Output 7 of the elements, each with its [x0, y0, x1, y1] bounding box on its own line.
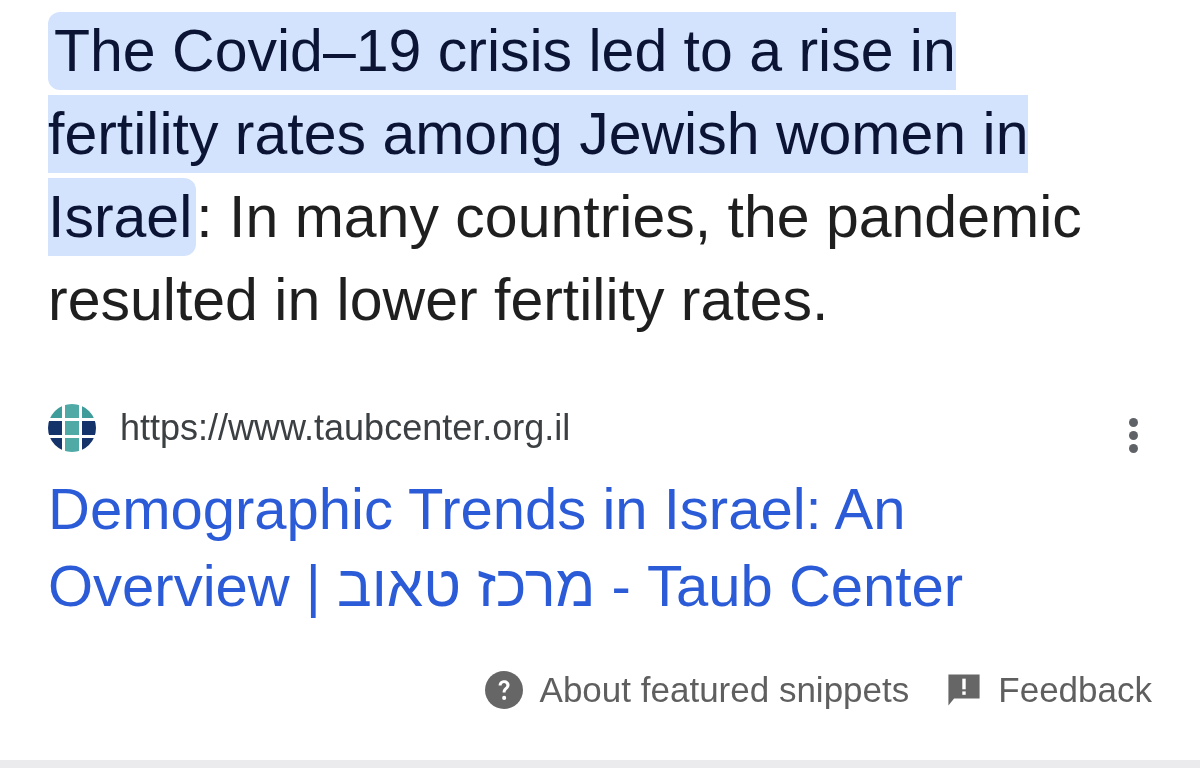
source-url: https://www.taubcenter.org.il	[120, 406, 571, 450]
feedback-button[interactable]: Feedback	[947, 663, 1152, 716]
feedback-icon	[947, 672, 982, 707]
grid-logo-icon	[48, 404, 96, 452]
help-icon	[484, 670, 523, 709]
result-title-link[interactable]: Demographic Trends in Israel: An Overview | מרכז טאוב - Taub Center	[48, 470, 1048, 624]
about-button[interactable]: About featured snippets	[484, 663, 910, 716]
